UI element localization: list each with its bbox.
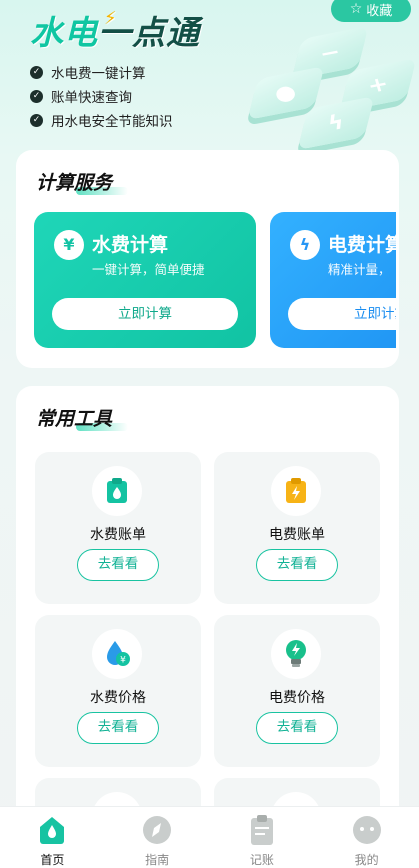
tool-name: 电费价格: [269, 690, 325, 706]
check-icon: ✓: [30, 65, 43, 79]
calc-section-title-wrap: 计算服务: [36, 168, 129, 195]
electric-price-icon: [271, 629, 321, 679]
svg-text:¥: ¥: [120, 656, 126, 666]
tool-water-bill[interactable]: 水费账单 去看看: [35, 452, 201, 604]
check-icon: ✓: [30, 113, 43, 127]
electric-calc-button[interactable]: 立即计算: [288, 298, 396, 330]
nav-item-mine[interactable]: 我的: [314, 807, 419, 868]
calc-card-desc: 精准计量，: [328, 262, 391, 277]
profile-icon: [352, 816, 381, 844]
check-icon: ✓: [30, 89, 43, 103]
nav-item-guide[interactable]: 指南: [105, 807, 210, 868]
header: 水电一点通 ⚡ ☆ 收藏 ✓ 水电费一键计算 ✓ 账单快速查询 ✓ 用水电安全节…: [0, 0, 419, 150]
electric-bill-icon: [271, 466, 321, 516]
section-title: 计算服务: [36, 168, 129, 195]
calc-carousel[interactable]: ¥ 水费计算 一键计算，简单便捷 立即计算 ϟ 电费计算 精准计量， 立即计算: [34, 212, 396, 352]
feature-text: 账单快速查询: [51, 90, 132, 106]
app-logo: 水电一点通 ⚡: [30, 6, 200, 54]
calc-service-card: 计算服务 ¥ 水费计算 一键计算，简单便捷 立即计算 ϟ 电费计算 精准计量， …: [16, 150, 399, 368]
water-calc-card[interactable]: ¥ 水费计算 一键计算，简单便捷 立即计算: [34, 212, 256, 348]
tool-electric-bill[interactable]: 电费账单 去看看: [214, 452, 380, 604]
feature-list: ✓ 水电费一键计算 ✓ 账单快速查询 ✓ 用水电安全节能知识: [30, 60, 173, 132]
logo-text-water-electric: 水电: [30, 13, 98, 52]
compass-icon: [143, 816, 172, 844]
bolt-icon: ⚡: [104, 8, 118, 29]
nav-label: 我的: [354, 853, 379, 867]
water-price-icon: ¥: [92, 629, 142, 679]
nav-item-ledger[interactable]: 记账: [210, 807, 315, 868]
tool-name: 电费账单: [269, 527, 325, 543]
tools-section-title-wrap: 常用工具: [36, 404, 129, 431]
tool-water-price[interactable]: ¥ 水费价格 去看看: [35, 615, 201, 767]
tool-electric-price[interactable]: 电费价格 去看看: [214, 615, 380, 767]
view-button[interactable]: 去看看: [256, 549, 338, 581]
tools-card: 常用工具 水费账单 去看看 电费账单 去看看 ¥ 水费价格 去看看 电费价格 去…: [16, 386, 399, 842]
star-icon: ☆: [349, 1, 363, 17]
view-button[interactable]: 去看看: [77, 712, 159, 744]
tool-name: 水费账单: [90, 527, 146, 543]
feature-text: 水电费一键计算: [51, 66, 146, 82]
view-button[interactable]: 去看看: [77, 549, 159, 581]
favorite-button[interactable]: ☆ 收藏: [331, 0, 411, 22]
calc-card-title: 水费计算: [92, 234, 169, 256]
calculator-illustration: − + ● ϟ: [219, 20, 419, 150]
home-icon: [40, 817, 65, 844]
bottom-nav: 首页 指南 记账 我的: [0, 806, 419, 868]
clipboard-icon: [250, 815, 273, 845]
feature-text: 用水电安全节能知识: [51, 114, 173, 130]
water-bill-icon: [92, 466, 142, 516]
feature-item: ✓ 用水电安全节能知识: [30, 108, 173, 132]
bulb-bolt-icon: ϟ: [290, 230, 320, 260]
calc-card-desc: 一键计算，简单便捷: [92, 262, 205, 277]
calc-card-title: 电费计算: [328, 234, 396, 256]
water-yuan-icon: ¥: [54, 230, 84, 260]
tool-name: 水费价格: [90, 690, 146, 706]
nav-item-home[interactable]: 首页: [0, 807, 105, 868]
feature-item: ✓ 账单快速查询: [30, 84, 173, 108]
nav-label: 指南: [145, 853, 170, 867]
nav-label: 记账: [249, 853, 274, 867]
favorite-label: 收藏: [366, 3, 393, 19]
electric-calc-card[interactable]: ϟ 电费计算 精准计量， 立即计算: [270, 212, 396, 348]
water-calc-button[interactable]: 立即计算: [52, 298, 238, 330]
section-title: 常用工具: [36, 404, 129, 431]
nav-label: 首页: [40, 853, 65, 867]
feature-item: ✓ 水电费一键计算: [30, 60, 173, 84]
view-button[interactable]: 去看看: [256, 712, 338, 744]
